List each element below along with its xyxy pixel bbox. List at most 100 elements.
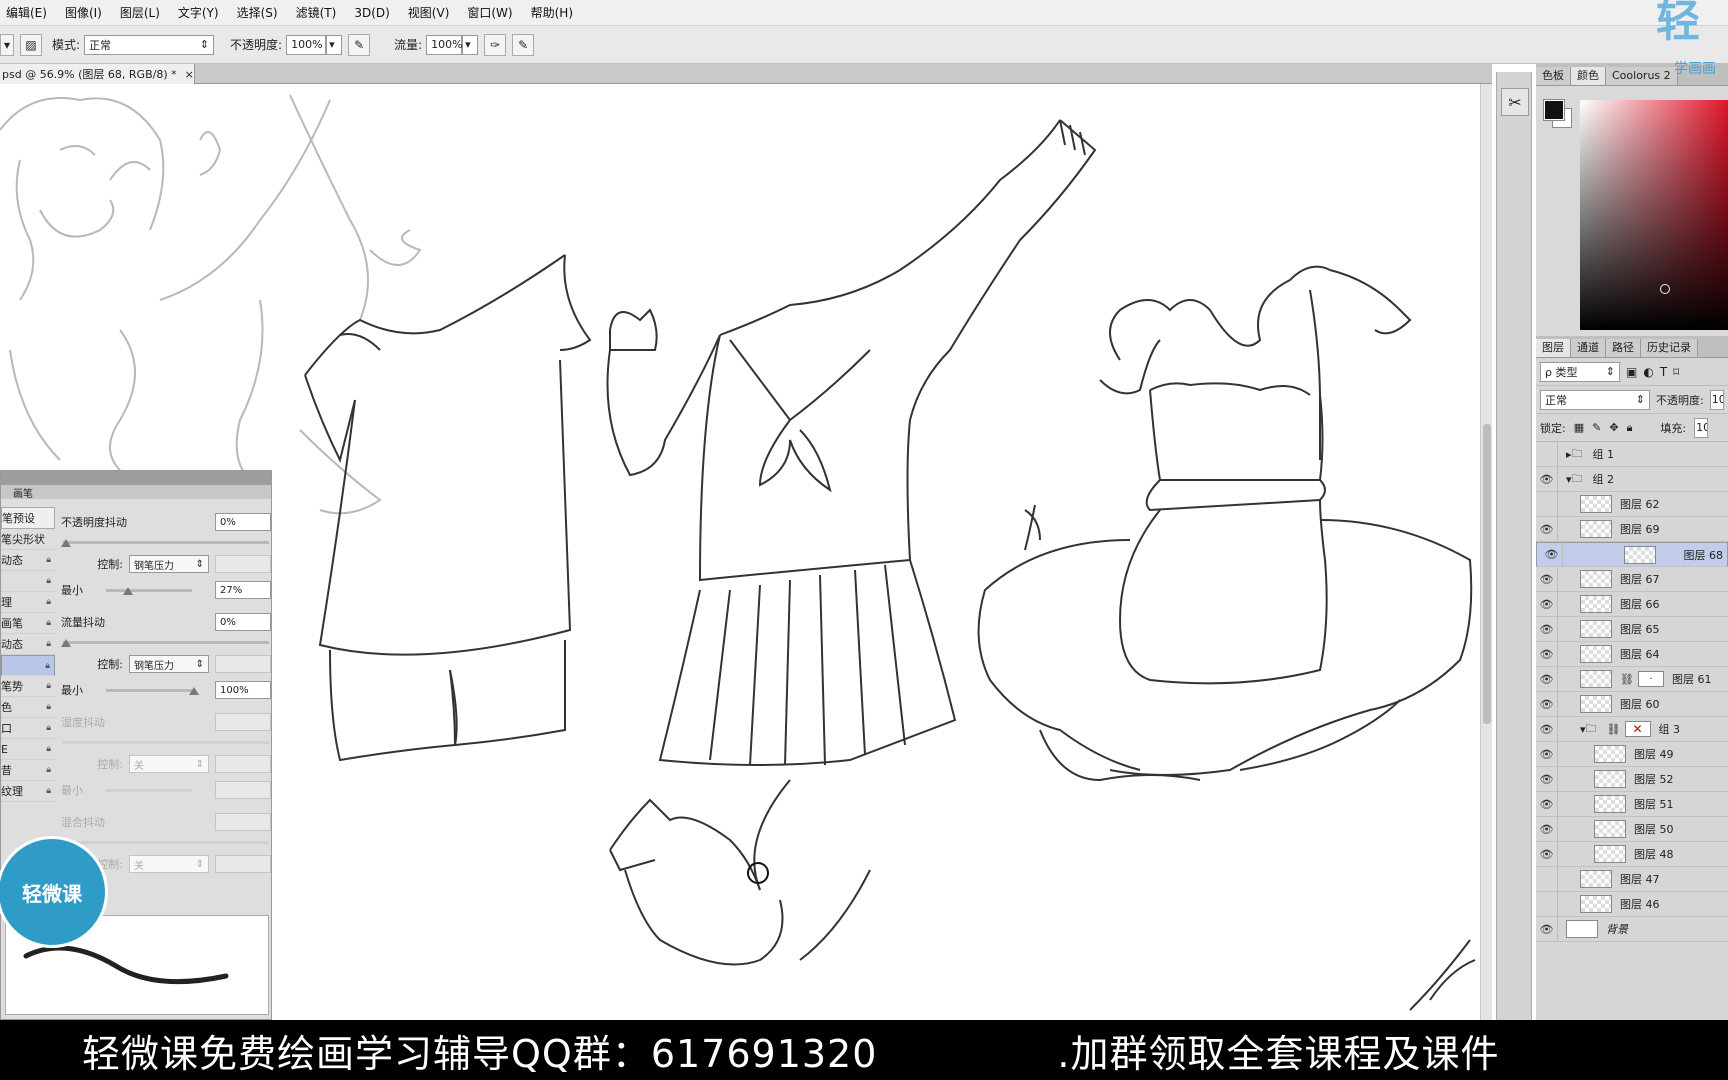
menu-item[interactable]: 3D(D) <box>354 6 389 20</box>
brush-category-item[interactable]: E 🔒︎ <box>1 739 55 760</box>
layer-thumbnail[interactable] <box>1580 645 1612 663</box>
visibility-eye-icon[interactable]: 👁︎ <box>1536 641 1558 667</box>
tool-preset-picker[interactable]: ▾ <box>0 33 14 56</box>
layer-thumbnail[interactable] <box>1594 820 1626 838</box>
layer-thumbnail[interactable] <box>1566 920 1598 938</box>
filter-pixel-icon[interactable]: ▣ <box>1626 365 1637 379</box>
group-mask-thumbnail[interactable]: ✕ <box>1624 721 1651 737</box>
min2-input[interactable]: 100% <box>215 681 271 699</box>
lock-icon[interactable]: 🔒︎ <box>46 786 51 796</box>
color-tab[interactable]: 颜色 <box>1571 67 1606 85</box>
filter-adjust-icon[interactable]: ◐ <box>1643 365 1653 379</box>
document-tab[interactable]: psd @ 56.9% (图层 68, RGB/8) * × <box>0 64 195 84</box>
brush-category-item[interactable]: 动态 🔒︎ <box>1 634 55 655</box>
layers-tab[interactable]: 图层 <box>1536 339 1571 357</box>
layers-tab[interactable]: 路径 <box>1606 339 1641 357</box>
layer-thumbnail[interactable] <box>1580 895 1612 913</box>
brush-category-item[interactable]: 🔒︎ <box>1 571 55 592</box>
brush-panel-titlebar[interactable] <box>1 471 271 485</box>
visibility-eye-icon[interactable]: 👁︎ <box>1536 816 1558 842</box>
flow-jitter-slider[interactable] <box>61 635 271 649</box>
layer-row[interactable]: 👁︎ 图层 69 <box>1536 516 1728 542</box>
visibility-eye-icon[interactable] <box>1536 491 1558 517</box>
visibility-eye-icon[interactable]: 👁︎ <box>1536 916 1558 942</box>
visibility-eye-icon[interactable]: 👁︎ <box>1536 591 1558 617</box>
canvas-vertical-scrollbar[interactable] <box>1480 84 1492 1020</box>
visibility-eye-icon[interactable]: 👁︎ <box>1536 766 1558 792</box>
menu-item[interactable]: 编辑(E) <box>6 4 47 21</box>
lock-all-icon[interactable]: 🔒︎ <box>1627 421 1633 435</box>
layer-row[interactable]: 图层 62 <box>1536 491 1728 517</box>
layer-row[interactable]: 👁︎ ▾ 🗀︎ 组 2 <box>1536 466 1728 492</box>
layer-thumbnail[interactable] <box>1594 845 1626 863</box>
visibility-eye-icon[interactable]: 👁︎ <box>1536 741 1558 767</box>
lock-icon[interactable]: 🔒︎ <box>46 702 51 712</box>
flow-jitter-input[interactable]: 0% <box>215 613 271 631</box>
visibility-eye-icon[interactable]: 👁︎ <box>1536 666 1558 692</box>
layer-thumbnail[interactable] <box>1580 870 1612 888</box>
color-tab[interactable]: 色板 <box>1536 67 1571 85</box>
lock-paint-icon[interactable]: ✎ <box>1592 421 1601 434</box>
brush-category-item[interactable]: 画笔 🔒︎ <box>1 613 55 634</box>
brush-category-item[interactable]: 笔势 🔒︎ <box>1 676 55 697</box>
canvas[interactable]: 画笔 笔预设 笔尖形状 动态 🔒︎ 🔒︎ 理 🔒︎ 画笔 🔒︎ 动态 🔒︎ 🔒︎ 笔势 🔒︎ 色 🔒︎ 口 🔒︎… <box>0 84 1480 1020</box>
brush-category-item[interactable]: 笔尖形状 <box>1 529 55 550</box>
chain-link-icon[interactable]: ⛓︎ <box>1620 673 1634 686</box>
layer-row[interactable]: 👁︎ 图层 66 <box>1536 591 1728 617</box>
lock-icon[interactable]: 🔒︎ <box>45 661 50 671</box>
control2-select[interactable]: 钢笔压力 ⇕ <box>129 655 209 673</box>
layer-thumbnail[interactable] <box>1580 570 1612 588</box>
visibility-eye-icon[interactable]: 👁︎ <box>1541 542 1563 567</box>
foreground-color-swatch[interactable] <box>1543 99 1565 121</box>
layer-row[interactable]: 👁︎ 图层 49 <box>1536 741 1728 767</box>
layer-row[interactable]: 👁︎ 图层 64 <box>1536 641 1728 667</box>
brush-panel-toggle-icon[interactable]: ▨ <box>20 33 42 56</box>
opacity-dropdown[interactable]: ▾ <box>326 34 343 55</box>
layer-thumbnail[interactable] <box>1594 770 1626 788</box>
layer-thumbnail[interactable] <box>1580 670 1612 688</box>
layer-row[interactable]: 👁︎ 图层 48 <box>1536 841 1728 867</box>
close-tab-icon[interactable]: × <box>185 68 194 81</box>
lock-icon[interactable]: 🔒︎ <box>46 639 51 649</box>
layer-thumbnail[interactable] <box>1594 795 1626 813</box>
min-input[interactable]: 27% <box>215 581 271 599</box>
visibility-eye-icon[interactable]: 👁︎ <box>1536 616 1558 642</box>
layer-row[interactable]: 👁︎ 图层 60 <box>1536 691 1728 717</box>
lock-icon[interactable]: 🔒︎ <box>46 576 51 586</box>
opacity-input[interactable]: 100% <box>286 34 327 55</box>
layer-row[interactable]: 图层 46 <box>1536 891 1728 917</box>
brush-category-item[interactable]: 🔒︎ <box>1 655 55 676</box>
menu-item[interactable]: 视图(V) <box>408 4 450 21</box>
layer-row[interactable]: 👁︎ 图层 51 <box>1536 791 1728 817</box>
brush-category-item[interactable]: 理 🔒︎ <box>1 592 55 613</box>
layer-thumbnail[interactable] <box>1580 495 1612 513</box>
layer-row[interactable]: 👁︎ ▾ 🗀︎ ⛓︎ ✕ 组 3 <box>1536 716 1728 742</box>
lock-icon[interactable]: 🔒︎ <box>46 681 51 691</box>
layer-row[interactable]: 👁︎ 图层 50 <box>1536 816 1728 842</box>
visibility-eye-icon[interactable]: 👁︎ <box>1536 566 1558 592</box>
layer-blend-select[interactable]: 正常 ⇕ <box>1540 389 1650 410</box>
chain-link-icon[interactable]: ⛓︎ <box>1607 723 1621 736</box>
visibility-eye-icon[interactable]: 👁︎ <box>1536 716 1558 742</box>
layer-row[interactable]: 👁︎ 图层 67 <box>1536 566 1728 592</box>
visibility-eye-icon[interactable] <box>1536 866 1558 892</box>
lock-move-icon[interactable]: ✥ <box>1609 421 1618 434</box>
layer-thumbnail[interactable] <box>1594 745 1626 763</box>
filter-shape-icon[interactable]: ⌑ <box>1673 365 1679 379</box>
lock-icon[interactable]: 🔒︎ <box>46 765 51 775</box>
layer-thumbnail[interactable] <box>1580 595 1612 613</box>
color-picker-cursor[interactable] <box>1660 284 1670 294</box>
color-picker-field[interactable] <box>1580 100 1728 330</box>
brush-category-item[interactable]: 色 🔒︎ <box>1 697 55 718</box>
layer-row[interactable]: 👁︎ 图层 65 <box>1536 616 1728 642</box>
layer-thumbnail[interactable] <box>1580 520 1612 538</box>
layer-row[interactable]: ▸ 🗀︎ 组 1 <box>1536 441 1728 467</box>
lock-icon[interactable]: 🔒︎ <box>46 723 51 733</box>
layer-filter-select[interactable]: ρ 类型 ⇕ <box>1540 361 1620 382</box>
layer-thumbnail[interactable] <box>1580 620 1612 638</box>
layer-opacity-input[interactable]: 10 <box>1709 389 1724 410</box>
visibility-eye-icon[interactable]: 👁︎ <box>1536 691 1558 717</box>
control-select[interactable]: 钢笔压力 ⇕ <box>129 555 209 573</box>
layer-row[interactable]: 👁︎ ⛓︎ · 图层 61 <box>1536 666 1728 692</box>
layer-row[interactable]: 图层 47 <box>1536 866 1728 892</box>
